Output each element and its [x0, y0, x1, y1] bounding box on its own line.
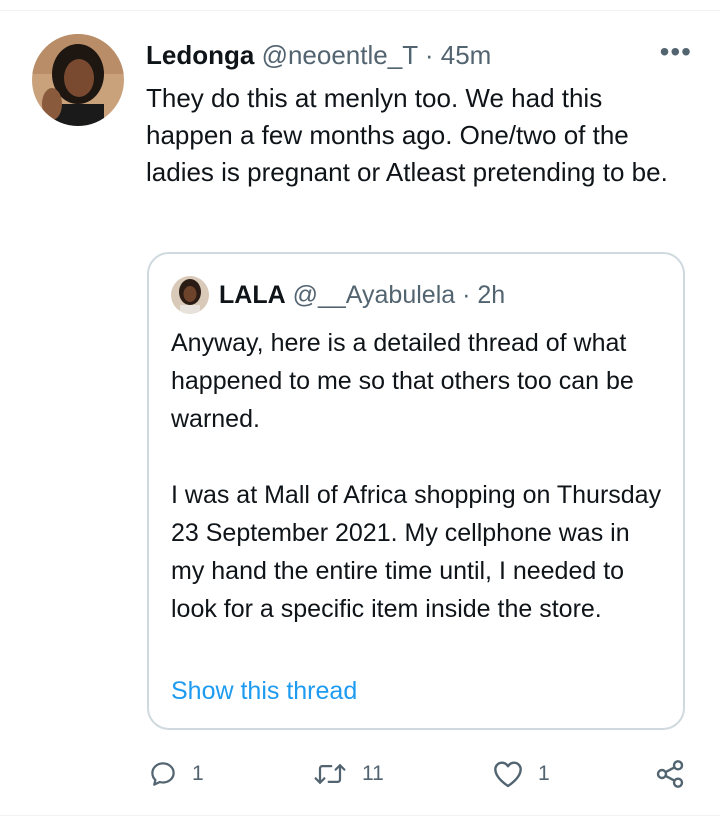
quoted-paragraph-2: I was at Mall of Africa shopping on Thur…: [171, 481, 662, 623]
quoted-author-name: LALA: [219, 281, 286, 309]
quoted-text: Anyway, here is a detailed thread of wha…: [171, 324, 666, 628]
share-icon: [654, 758, 686, 790]
quoted-avatar: [171, 276, 209, 314]
avatar[interactable]: [32, 34, 124, 126]
author-handle[interactable]: @neoentle_T: [262, 40, 418, 70]
show-thread-link[interactable]: Show this thread: [171, 674, 357, 708]
reply-count: 1: [192, 762, 204, 785]
bottom-divider: [0, 815, 720, 816]
retweet-icon: [312, 759, 348, 789]
quoted-handle: @__Ayabulela: [292, 281, 456, 309]
author-name[interactable]: Ledonga: [146, 40, 254, 70]
reply-icon: [148, 759, 178, 789]
separator: ·: [424, 40, 434, 70]
share-button[interactable]: [654, 754, 686, 794]
quoted-paragraph-1: Anyway, here is a detailed thread of wha…: [171, 329, 634, 433]
timestamp[interactable]: 45m: [441, 40, 492, 70]
top-divider: [0, 10, 720, 11]
tweet-header: Ledonga @neoentle_T · 45m: [146, 38, 690, 72]
action-bar: 1 11 1: [0, 754, 720, 794]
retweet-count: 11: [362, 762, 384, 785]
reply-button[interactable]: 1: [148, 754, 204, 794]
quoted-tweet[interactable]: LALA @__Ayabulela · 2h Anyway, here is a…: [147, 252, 685, 730]
tweet-text: They do this at menlyn too. We had this …: [146, 83, 668, 187]
more-options-icon[interactable]: •••: [660, 36, 692, 68]
like-icon: [492, 759, 524, 789]
retweet-button[interactable]: 11: [312, 754, 384, 794]
like-count: 1: [538, 762, 550, 785]
quoted-separator: ·: [462, 281, 471, 309]
like-button[interactable]: 1: [492, 754, 550, 794]
quoted-timestamp: 2h: [477, 281, 506, 309]
quoted-header: LALA @__Ayabulela · 2h: [219, 278, 505, 312]
